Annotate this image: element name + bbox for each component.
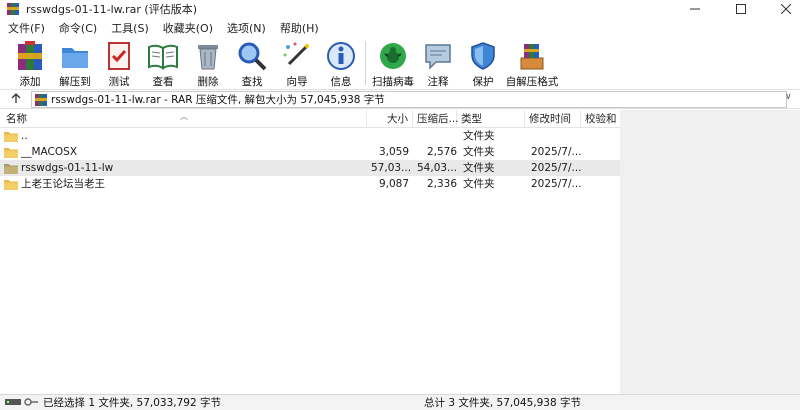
- winrar-window: rsswdgs-01-11-lw.rar (评估版本) 文件(F) 命令(C) …: [0, 0, 800, 410]
- add-archive-icon: [14, 40, 46, 72]
- column-header: 名称 ︿ 大小 压缩后... 类型 修改时间 校验和: [0, 110, 620, 128]
- find-button[interactable]: 查找: [236, 40, 268, 88]
- file-list-inner: 名称 ︿ 大小 压缩后... 类型 修改时间 校验和 .. 文件夹 __MACO…: [0, 110, 620, 394]
- test-button[interactable]: 测试: [103, 40, 135, 88]
- wizard-icon: [281, 40, 313, 72]
- toolbar: 添加 解压到 测试 查看 删除 查找 向导 信息 扫描病毒 注释 保护 自解压格…: [0, 37, 800, 89]
- column-name[interactable]: 名称 ︿: [0, 110, 367, 128]
- folder-icon: [4, 163, 18, 174]
- minimize-button[interactable]: [672, 0, 718, 18]
- address-bar: rsswdgs-01-11-lw.rar - RAR 压缩文件, 解包大小为 5…: [0, 89, 800, 109]
- view-icon: [147, 40, 179, 72]
- extract-to-icon: [59, 40, 91, 72]
- table-row[interactable]: .. 文件夹: [0, 128, 620, 144]
- column-modified[interactable]: 修改时间: [525, 110, 581, 128]
- close-button[interactable]: [763, 0, 800, 18]
- table-row-selected[interactable]: rsswdgs-01-11-lw 57,03... 54,03... 文件夹 2…: [0, 160, 620, 176]
- menu-favorites[interactable]: 收藏夹(O): [155, 20, 219, 36]
- column-size[interactable]: 大小: [367, 110, 413, 128]
- archive-path-field[interactable]: rsswdgs-01-11-lw.rar - RAR 压缩文件, 解包大小为 5…: [31, 91, 787, 108]
- menu-help[interactable]: 帮助(H): [272, 20, 325, 36]
- menu-tools[interactable]: 工具(S): [103, 20, 155, 36]
- sfx-icon: [516, 40, 548, 72]
- menu-file[interactable]: 文件(F): [0, 20, 51, 36]
- up-arrow-icon[interactable]: [8, 92, 24, 108]
- status-total: 总计 3 文件夹, 57,045,938 字节: [424, 397, 581, 409]
- find-icon: [236, 40, 268, 72]
- virus-scan-icon: [377, 40, 409, 72]
- column-type[interactable]: 类型: [457, 110, 525, 128]
- winrar-app-icon: [6, 2, 20, 16]
- folder-icon: [4, 131, 18, 142]
- menu-commands[interactable]: 命令(C): [51, 20, 103, 36]
- file-list: 名称 ︿ 大小 压缩后... 类型 修改时间 校验和 .. 文件夹 __MACO…: [0, 110, 800, 394]
- title-bar: rsswdgs-01-11-lw.rar (评估版本): [0, 0, 800, 18]
- file-name: __MACOSX: [21, 146, 78, 158]
- virus-scan-button[interactable]: 扫描病毒: [369, 40, 417, 88]
- table-row[interactable]: 上老王论坛当老王 9,087 2,336 文件夹 2025/7/...: [0, 176, 620, 192]
- view-button[interactable]: 查看: [145, 40, 181, 88]
- column-packed[interactable]: 压缩后...: [413, 110, 459, 128]
- file-name: rsswdgs-01-11-lw: [21, 162, 114, 174]
- delete-icon: [192, 40, 224, 72]
- status-bar: 已经选择 1 文件夹, 57,033,792 字节 总计 3 文件夹, 57,0…: [0, 394, 800, 410]
- protect-button[interactable]: 保护: [467, 40, 499, 88]
- address-text: rsswdgs-01-11-lw.rar - RAR 压缩文件, 解包大小为 5…: [51, 94, 385, 106]
- window-title: rsswdgs-01-11-lw.rar (评估版本): [26, 3, 197, 16]
- info-button[interactable]: 信息: [325, 40, 357, 88]
- delete-button[interactable]: 删除: [192, 40, 224, 88]
- sfx-button[interactable]: 自解压格式: [506, 40, 558, 88]
- drive-key-icon: [4, 396, 40, 410]
- add-button[interactable]: 添加: [12, 40, 48, 88]
- sort-ascending-icon: ︿: [180, 112, 188, 121]
- info-icon: [325, 40, 357, 72]
- status-selection: 已经选择 1 文件夹, 57,033,792 字节: [43, 397, 221, 409]
- address-dropdown-icon[interactable]: ∨: [785, 92, 792, 102]
- folder-icon: [4, 179, 18, 190]
- column-crc[interactable]: 校验和: [581, 110, 620, 128]
- table-row[interactable]: __MACOSX 3,059 2,576 文件夹 2025/7/...: [0, 144, 620, 160]
- menu-bar: 文件(F) 命令(C) 工具(S) 收藏夹(O) 选项(N) 帮助(H): [0, 19, 325, 37]
- comment-icon: [422, 40, 454, 72]
- test-icon: [103, 40, 135, 72]
- extract-to-button[interactable]: 解压到: [56, 40, 94, 88]
- comment-button[interactable]: 注释: [422, 40, 454, 88]
- file-name: ..: [21, 130, 28, 142]
- maximize-button[interactable]: [718, 0, 764, 18]
- menu-options[interactable]: 选项(N): [219, 20, 272, 36]
- folder-icon: [4, 147, 18, 158]
- protect-icon: [467, 40, 499, 72]
- rar-file-icon: [35, 93, 47, 106]
- wizard-button[interactable]: 向导: [280, 40, 314, 88]
- toolbar-separator: [365, 41, 366, 85]
- file-name: 上老王论坛当老王: [21, 178, 105, 190]
